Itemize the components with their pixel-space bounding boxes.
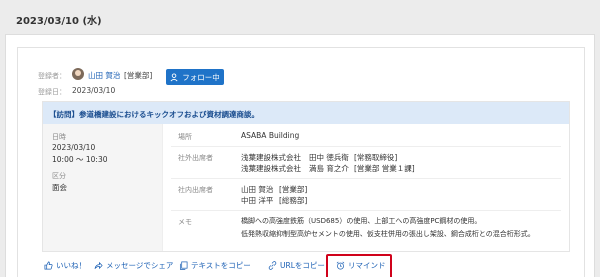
type-label: 区分 bbox=[52, 172, 66, 180]
visit-time: 10:00 ～ 10:30 bbox=[52, 155, 108, 164]
external-attendee-role: [常務取締役] bbox=[354, 153, 398, 162]
divider bbox=[171, 210, 561, 211]
like-label: いいね！ bbox=[56, 261, 86, 270]
share-button[interactable]: メッセージでシェア bbox=[94, 260, 173, 271]
external-attendee-role: [営業部 営業１課] bbox=[354, 164, 415, 173]
memo-line: 低発熱収縮抑制型高炉セメントの使用、仮支柱併用の張出し架設、鋼合成桁との混合桁形… bbox=[241, 230, 535, 238]
external-attendee-company[interactable]: 浅葉建設株式会社 bbox=[241, 152, 301, 163]
type-value: 面会 bbox=[52, 183, 67, 192]
visit-title: 【訪問】参道橋建設におけるキックオフおよび資材調達商談。 bbox=[49, 110, 259, 119]
copy-icon bbox=[179, 261, 188, 270]
place-value[interactable]: ASABA Building bbox=[241, 131, 299, 140]
share-label: メッセージでシェア bbox=[106, 261, 174, 270]
copy-url-label: URLをコピー bbox=[280, 261, 325, 270]
internal-attendees-label: 社内出席者 bbox=[178, 186, 213, 194]
visit-date: 2023/03/10 bbox=[52, 143, 96, 152]
date-header: 2023/03/10 (水) bbox=[0, 0, 600, 34]
place-label: 場所 bbox=[178, 133, 192, 141]
activity-card: 登録者： 山田 賀治 [営業部] フォロー中 登録日： 2023/03/10 【… bbox=[17, 47, 585, 277]
avatar bbox=[72, 68, 84, 80]
registrant-name[interactable]: 山田 賀治 bbox=[88, 70, 120, 81]
follow-button-label: フォロー中 bbox=[182, 72, 220, 82]
registered-date-value: 2023/03/10 bbox=[72, 86, 116, 95]
remind-highlight-box bbox=[326, 254, 392, 277]
registrant-dept: [営業部] bbox=[124, 71, 153, 80]
internal-attendee-name[interactable]: 中田 洋平 bbox=[241, 195, 273, 206]
registered-date-label: 登録日： bbox=[38, 88, 66, 96]
share-icon bbox=[94, 261, 103, 270]
action-bar: いいね！ メッセージでシェア テキストをコピー URLをコピー リマインド bbox=[18, 254, 584, 277]
external-attendee-name[interactable]: 田中 徳兵衛 bbox=[309, 152, 349, 163]
internal-attendee-role: [営業部] bbox=[279, 185, 308, 194]
person-icon bbox=[170, 72, 178, 81]
divider bbox=[171, 178, 561, 179]
date-title: 2023/03/10 (水) bbox=[16, 16, 102, 27]
follow-button[interactable]: フォロー中 bbox=[166, 69, 224, 85]
internal-attendee-role: [総務部] bbox=[279, 196, 308, 205]
divider bbox=[171, 146, 561, 147]
external-attendee-company[interactable]: 浅葉建設株式会社 bbox=[241, 163, 301, 174]
link-icon bbox=[268, 261, 277, 270]
copy-text-label: テキストをコピー bbox=[191, 261, 251, 270]
copy-text-button[interactable]: テキストをコピー bbox=[179, 260, 251, 271]
visit-title-bar: 【訪問】参道橋建設におけるキックオフおよび資材調達商談。 bbox=[43, 102, 569, 124]
memo-label: メモ bbox=[178, 218, 192, 226]
visit-summary-column: 日時 2023/03/10 10:00 ～ 10:30 区分 面会 bbox=[43, 124, 163, 251]
visit-detail-box: 【訪問】参道橋建設におけるキックオフおよび資材調達商談。 日時 2023/03/… bbox=[42, 101, 570, 252]
memo-line: 橋脚への高強度鉄筋（USD685）の使用、上部工への高強度PC鋼材の使用。 bbox=[241, 217, 482, 225]
thumbs-up-icon bbox=[44, 261, 53, 270]
external-attendees-label: 社外出席者 bbox=[178, 154, 213, 162]
day-panel: 登録者： 山田 賀治 [営業部] フォロー中 登録日： 2023/03/10 【… bbox=[5, 34, 595, 277]
external-attendee-name[interactable]: 満島 育之介 bbox=[309, 163, 349, 174]
internal-attendee-name[interactable]: 山田 賀治 bbox=[241, 184, 273, 195]
registrant-label: 登録者： bbox=[38, 72, 66, 80]
like-button[interactable]: いいね！ bbox=[44, 260, 86, 271]
copy-url-button[interactable]: URLをコピー bbox=[268, 260, 325, 271]
datetime-label: 日時 bbox=[52, 133, 66, 141]
